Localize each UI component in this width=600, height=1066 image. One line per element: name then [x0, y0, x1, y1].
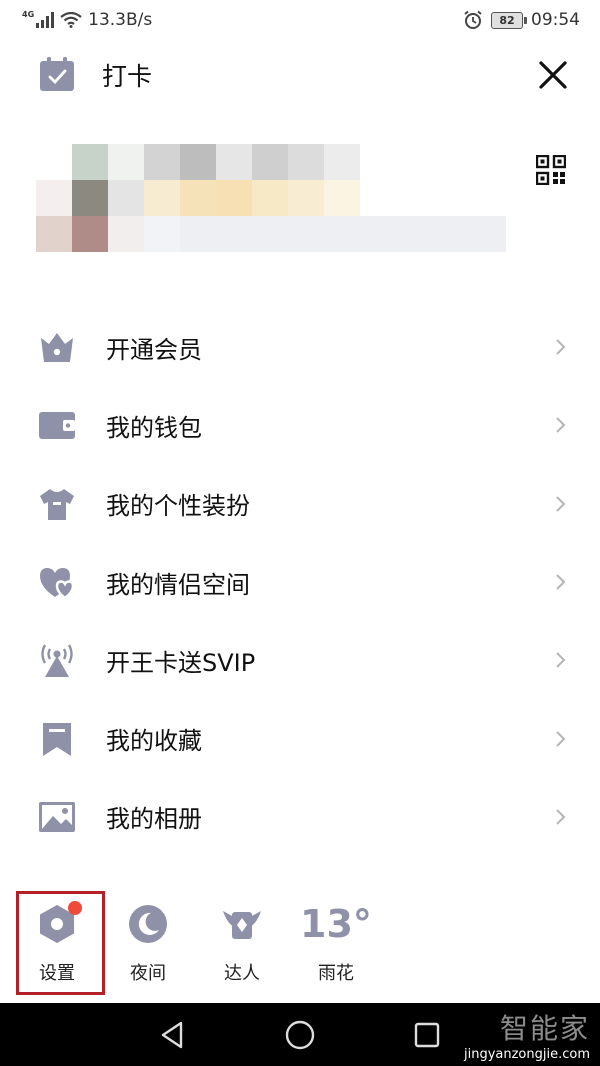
menu-label: 我的收藏 — [106, 727, 202, 756]
pixel-block — [36, 216, 72, 252]
status-bar: 4G 13.3B/s 82 09:54 — [0, 0, 600, 40]
watermark-url: jingyanzongjie.com — [463, 1047, 590, 1062]
pixel-block — [324, 180, 360, 216]
network-type: 4G — [22, 9, 35, 19]
wifi-icon — [60, 12, 82, 28]
menu-item-favorites[interactable]: 我的收藏 — [0, 699, 600, 777]
watermark: 智能家 jingyanzongjie.com — [464, 1007, 590, 1062]
menu-label: 开通会员 — [106, 335, 202, 364]
menu-label: 我的相册 — [106, 805, 202, 834]
menu-label: 开王卡送SVIP — [106, 648, 256, 677]
hearts-icon — [40, 568, 75, 600]
temperature-value: 13° — [300, 902, 372, 946]
image-icon — [39, 801, 75, 832]
pixel-block — [252, 144, 288, 180]
menu-label: 我的钱包 — [106, 413, 202, 442]
pixel-block — [252, 180, 288, 216]
menu-item-vip[interactable]: 开通会员 — [0, 308, 600, 386]
pixel-block — [108, 144, 144, 180]
pixel-block — [144, 216, 180, 252]
pixel-block — [108, 180, 144, 216]
menu-label: 我的个性装扮 — [106, 492, 250, 521]
menu-label: 我的情侣空间 — [106, 570, 250, 599]
recents-square-icon[interactable] — [410, 1018, 444, 1052]
menu-item-king-card[interactable]: 开王卡送SVIP — [0, 621, 600, 699]
pixel-block — [72, 216, 108, 252]
alarm-icon — [464, 10, 482, 29]
menu-item-wallet[interactable]: 我的钱包 — [0, 386, 600, 464]
pixel-block — [180, 144, 216, 180]
pixel-block — [288, 144, 324, 180]
weather-location: 雨花 — [318, 963, 354, 984]
chevron-right-icon — [556, 417, 566, 434]
home-circle-icon[interactable] — [283, 1018, 317, 1052]
pixel-block — [216, 180, 252, 216]
weather-widget[interactable]: 13° 雨花 — [296, 903, 376, 985]
chevron-right-icon — [556, 809, 566, 825]
calendar-check-icon[interactable] — [38, 56, 76, 94]
network-speed: 13.3B/s — [88, 10, 153, 30]
pixel-block — [288, 180, 324, 216]
checkin-title[interactable]: 打卡 — [102, 57, 152, 93]
settings-icon-wrap — [36, 901, 82, 945]
wallet-icon — [39, 412, 75, 440]
pixel-block — [216, 144, 252, 180]
settings-button[interactable]: 设置 — [17, 901, 97, 985]
menu-item-dressup[interactable]: 我的个性装扮 — [0, 465, 600, 543]
pixel-block — [72, 144, 108, 180]
qr-code-icon[interactable] — [536, 155, 566, 185]
settings-label: 设置 — [39, 963, 75, 984]
clock: 09:54 — [531, 10, 580, 30]
pixel-block — [180, 180, 216, 216]
pixel-block — [180, 216, 506, 252]
pixel-block — [72, 180, 108, 216]
system-navigation-bar: 智能家 jingyanzongjie.com — [0, 1003, 600, 1066]
chevron-right-icon — [556, 730, 566, 747]
profile-card-blurred[interactable] — [36, 144, 506, 254]
menu-item-album[interactable]: 我的相册 — [0, 778, 600, 856]
night-label: 夜间 — [130, 963, 166, 984]
crown-icon — [41, 333, 73, 363]
battery-indicator: 82 — [491, 11, 527, 29]
antenna-icon — [41, 644, 73, 678]
side-menu: 开通会员 我的钱包 我的个性装扮 我的情侣空间 开王卡送SVIP 我的收藏 我的… — [0, 308, 600, 856]
talent-button[interactable]: 达人 — [202, 903, 282, 985]
bookmark-icon — [43, 722, 71, 756]
talent-label: 达人 — [224, 963, 260, 984]
chevron-right-icon — [556, 574, 566, 590]
pixel-block — [144, 144, 180, 180]
back-triangle-icon[interactable] — [156, 1018, 190, 1052]
pixel-block — [324, 144, 360, 180]
watermark-top: 智能家 — [499, 1012, 590, 1045]
chevron-right-icon — [556, 496, 566, 512]
chevron-right-icon — [556, 339, 566, 355]
bottom-action-bar: 设置 夜间 达人 13° 雨花 — [0, 885, 600, 1003]
night-mode-button[interactable]: 夜间 — [108, 903, 188, 985]
pixel-block — [144, 180, 180, 216]
chevron-right-icon — [556, 652, 566, 669]
menu-item-couple-space[interactable]: 我的情侣空间 — [0, 543, 600, 621]
signal-icon — [36, 12, 55, 28]
moon-icon — [129, 905, 167, 943]
tshirt-icon — [40, 488, 74, 520]
notification-dot — [68, 901, 82, 915]
pixel-block — [108, 216, 144, 252]
close-icon[interactable] — [536, 58, 570, 92]
pixel-block — [36, 180, 72, 216]
checkin-header: 打卡 — [0, 50, 600, 100]
winged-badge-icon — [223, 911, 261, 939]
